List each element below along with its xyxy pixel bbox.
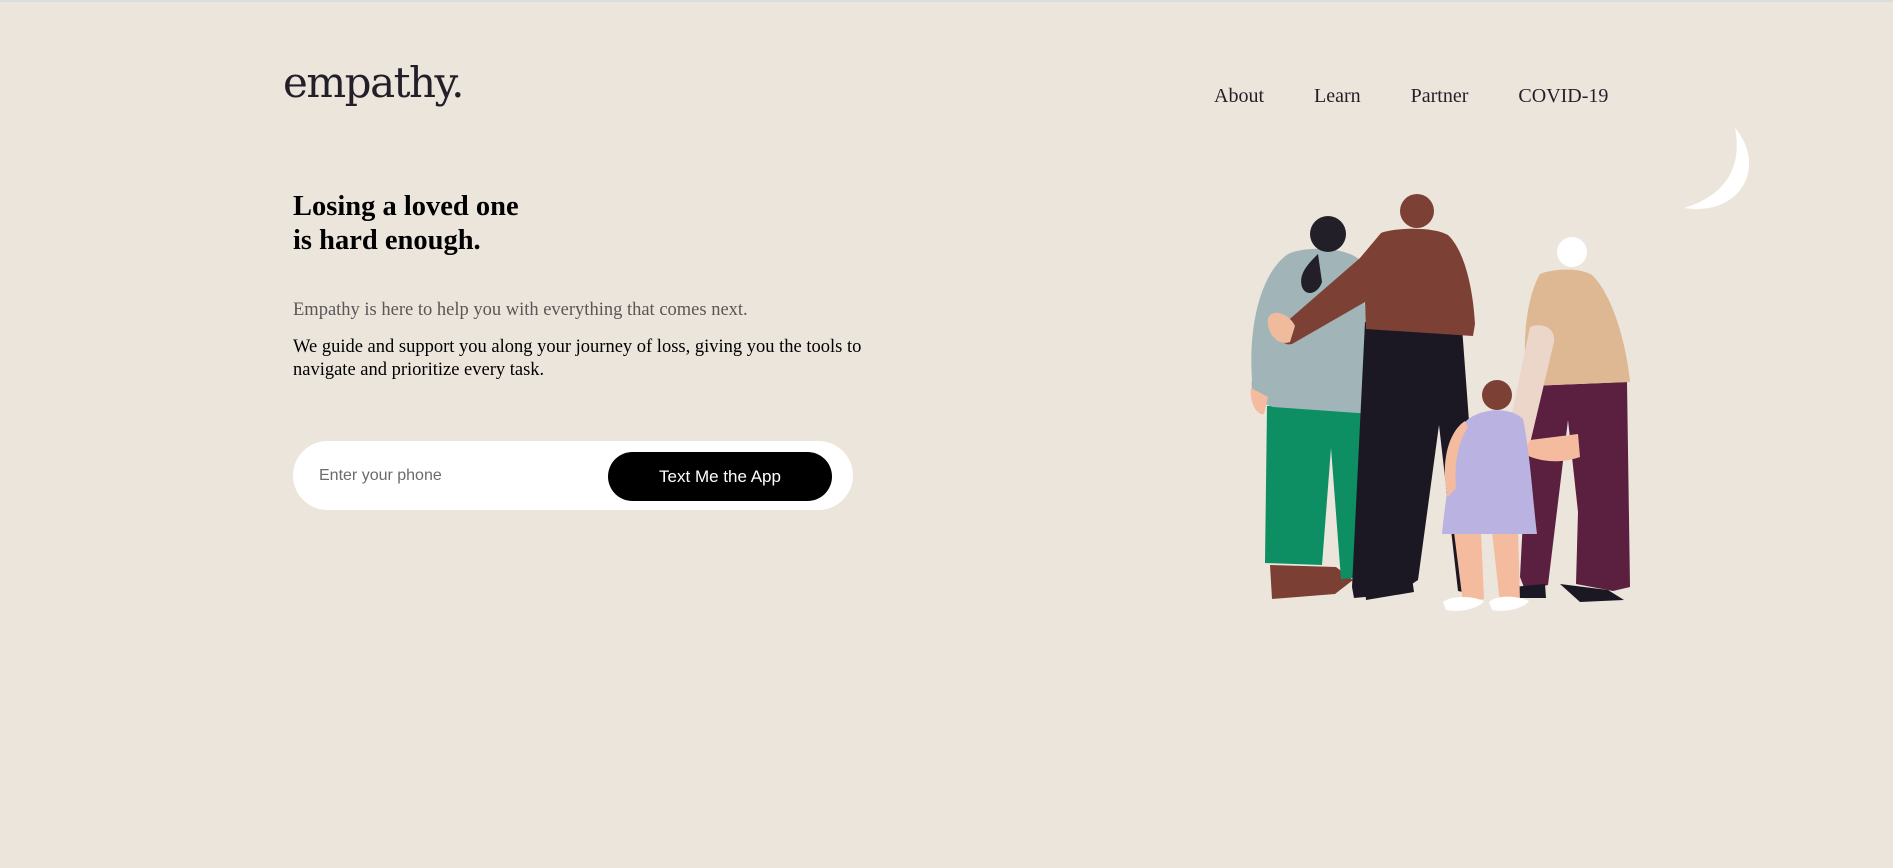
elder-tan-shirt-figure	[1506, 237, 1630, 602]
crescent-moon-icon	[1684, 128, 1750, 210]
family-illustration	[1250, 128, 1750, 611]
